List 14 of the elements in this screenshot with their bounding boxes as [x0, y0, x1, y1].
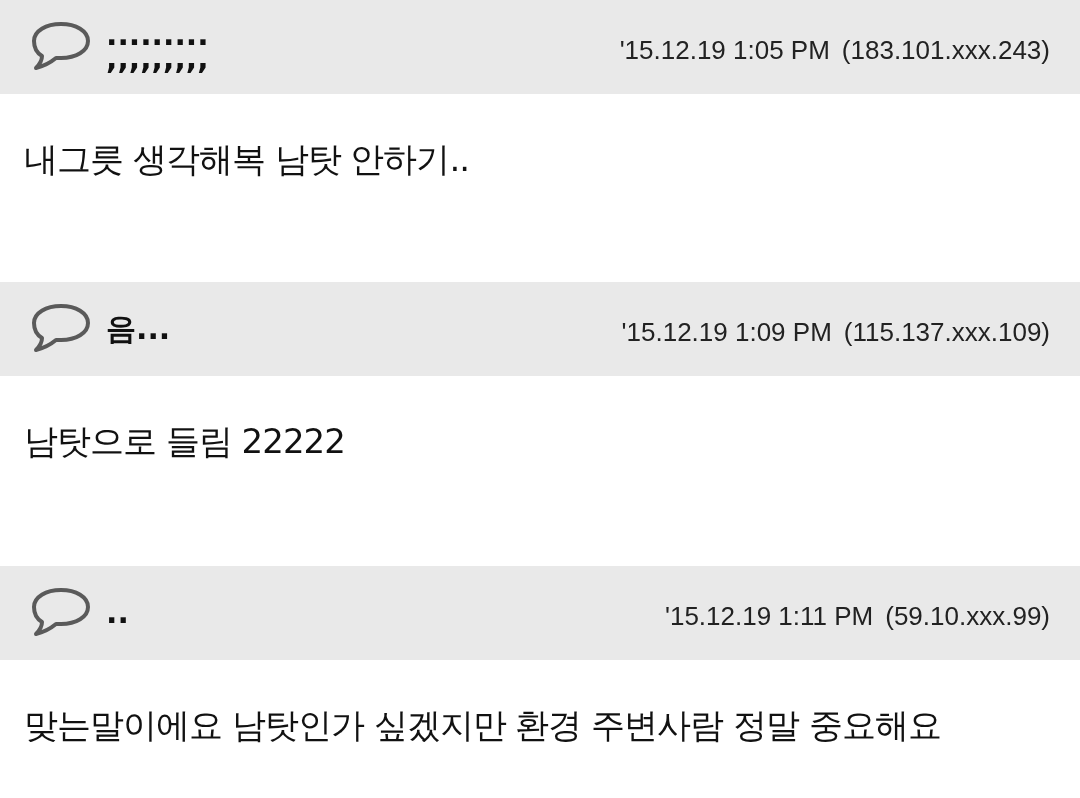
author-name: ..	[106, 601, 129, 625]
ip-address: (59.10.xxx.99)	[885, 600, 1050, 633]
comment-text: 남탓으로 들림 22222	[24, 420, 346, 463]
comment-date: '15.12.19 1:09 PM	[621, 316, 832, 349]
speech-bubble-icon	[30, 303, 92, 355]
author-name: ......... ,,,,,,,,,	[106, 23, 209, 71]
speech-bubble-icon	[30, 587, 92, 639]
comment-date: '15.12.19 1:11 PM	[664, 600, 874, 633]
speech-bubble-icon	[30, 21, 92, 73]
ip-address: (115.137.xxx.109)	[843, 316, 1050, 349]
comment-date: '15.12.19 1:05 PM	[619, 34, 830, 67]
comment-text: 내그릇 생각해복 남탓 안하기..	[24, 138, 471, 181]
ip-address: (183.101.xxx.243)	[841, 34, 1050, 67]
comment-text: 맞는말이에요 남탓인가 싶겠지만 환경 주변사람 정말 중요해요	[24, 704, 942, 747]
